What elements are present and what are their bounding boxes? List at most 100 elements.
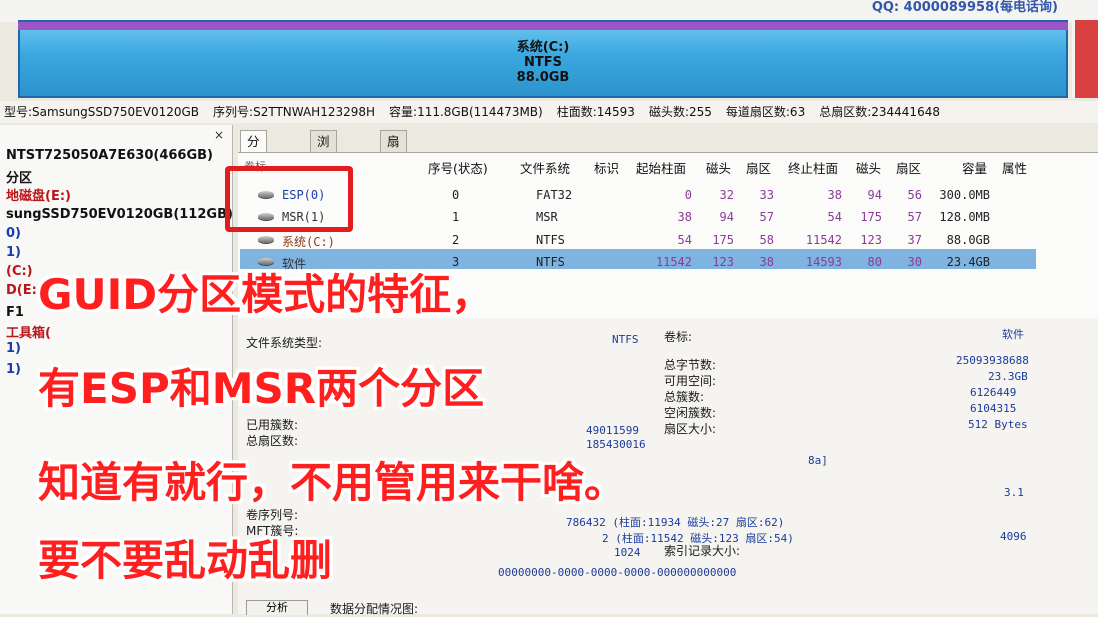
free-clusters-value: 6104315 [970, 402, 1017, 415]
row-start-cylinder: 0 [684, 188, 692, 202]
row-end-sector: 57 [907, 210, 922, 224]
analyze-button[interactable]: 分析 [246, 600, 308, 615]
row-fs: MSR [536, 210, 558, 224]
row-fs: NTFS [536, 255, 565, 269]
disk-capacity: 容量:111.8GB(114473MB) [389, 105, 543, 119]
row-start-head: 123 [712, 255, 734, 269]
total-bytes-label: 总字节数: [664, 358, 717, 372]
volume-guid-value: 00000000-0000-0000-0000-000000000000 [498, 566, 737, 579]
sector-size-value: 512 Bytes [968, 418, 1028, 431]
row-index: 0 [452, 188, 460, 202]
highlight-box [225, 166, 353, 232]
fs-type-label: 文件系统类型: [246, 336, 323, 350]
disk-icon [258, 236, 274, 243]
col-header-start-cyl: 起始柱面 [636, 161, 687, 176]
partition-bar-fs: NTFS [524, 55, 562, 70]
row-start-sector: 57 [759, 210, 774, 224]
tree-item[interactable]: NTST725050A7E630(466GB) [6, 148, 213, 163]
row-end-sector: 37 [907, 233, 922, 247]
qq-contact-text: QQ: 4000089958(每电话询) [871, 0, 1058, 15]
row-fs: NTFS [536, 233, 565, 247]
overlay-caption-line4: 要不要乱动乱删 [38, 536, 333, 585]
col-header-fs: 文件系统 [520, 161, 571, 176]
free-clusters-label: 空闲簇数: [664, 406, 717, 420]
total-clusters-label: 总簇数: [664, 390, 705, 404]
overlay-caption-line1: GUID分区模式的特征， [38, 270, 494, 319]
analyze-button-label: 分析 [266, 601, 288, 614]
tree-item[interactable]: sungSSD750EV0120GB(112GB) [6, 207, 233, 222]
row-end-sector: 30 [907, 255, 922, 269]
row-end-sector: 56 [907, 188, 922, 202]
row-index: 2 [452, 233, 460, 247]
row-start-head: 94 [719, 210, 734, 224]
row-fs: FAT32 [536, 188, 573, 202]
tree-item[interactable]: F1 [6, 305, 24, 320]
col-header-attr: 属性 [1002, 161, 1028, 176]
total-clusters-value: 6126449 [970, 386, 1017, 399]
row-end-head: 80 [867, 255, 882, 269]
row-capacity: 128.0MB [939, 210, 990, 224]
row-end-cylinder: 54 [827, 210, 842, 224]
tree-item[interactable]: 0) [6, 226, 21, 241]
overlay-caption-line2: 有ESP和MSR两个分区 [38, 364, 485, 413]
row-index: 3 [452, 255, 460, 269]
used-clusters-label: 已用簇数: [246, 418, 299, 432]
disk-total-sectors: 总扇区数:234441648 [819, 105, 940, 119]
tree-item[interactable]: 工具箱( [6, 322, 51, 341]
used-clusters-value: 49011599 [586, 424, 639, 437]
mft-cluster-value: 786432 (柱面:11934 磁头:27 扇区:62) [566, 516, 785, 529]
close-icon[interactable]: × [214, 128, 224, 142]
col-header-index: 序号(状态) [428, 161, 488, 176]
row-capacity: 300.0MB [939, 188, 990, 202]
row-start-cylinder: 54 [677, 233, 692, 247]
row-index: 1 [452, 210, 460, 224]
tree-item[interactable]: 1) [6, 245, 21, 260]
partition-bar-size: 88.0GB [516, 70, 570, 85]
row-end-cylinder: 11542 [805, 233, 842, 247]
partition-bar-next[interactable] [1072, 20, 1098, 98]
row-end-head: 123 [860, 233, 882, 247]
tab-partition-params[interactable]: 分区参数 [240, 130, 267, 215]
tree-item[interactable]: (C:) [6, 264, 33, 279]
tab-sector-edit[interactable]: 扇区编辑 [380, 130, 407, 215]
tree-item[interactable]: 1) [6, 362, 21, 377]
row-end-cylinder: 14593 [805, 255, 842, 269]
volume-label-label: 卷标: [664, 330, 693, 344]
tree-item[interactable]: 分区 [6, 167, 32, 186]
data-allocation-label: 数据分配情况图: [330, 602, 419, 616]
col-header-start-sec: 扇区 [746, 161, 772, 176]
row-capacity: 88.0GB [946, 233, 990, 247]
row-start-sector: 58 [759, 233, 774, 247]
total-sectors-label: 总扇区数: [246, 434, 299, 448]
tree-item[interactable]: 1) [6, 341, 21, 356]
row-start-head: 32 [719, 188, 734, 202]
version-value: 3.1 [1004, 486, 1024, 499]
row-start-sector: 33 [759, 188, 774, 202]
row-start-sector: 38 [759, 255, 774, 269]
sector-size-label: 扇区大小: [664, 422, 717, 436]
tree-item[interactable]: 地磁盘(E:) [6, 185, 71, 204]
index-record-size-label: 索引记录大小: [664, 544, 741, 558]
row-capacity: 23.4GB [946, 255, 990, 269]
table-row[interactable]: ESP(0) 0 FAT32 0 32 33 38 94 56 300.0MB [240, 185, 1038, 206]
row-start-cylinder: 11542 [655, 255, 692, 269]
row-start-cylinder: 38 [677, 210, 692, 224]
partition-bar-label: 系统(C:) NTFS 88.0GB [18, 40, 1068, 85]
col-header-end-head: 磁头 [856, 161, 882, 176]
col-header-end-sec: 扇区 [896, 161, 922, 176]
record-size-value: 1024 [614, 546, 641, 559]
table-row[interactable]: 系统(C:) 2 NTFS 54 175 58 11542 123 37 88.0GB [240, 230, 1038, 251]
volume-label-value: 软件 [1002, 328, 1024, 341]
tab-browse-files[interactable]: 浏览文件 [310, 130, 337, 215]
free-space-label: 可用空间: [664, 374, 717, 388]
row-name: 系统(C:) [282, 235, 335, 249]
total-bytes-value: 25093938688 [956, 354, 1029, 367]
table-row[interactable]: MSR(1) 1 MSR 38 94 57 54 175 57 128.0MB [240, 207, 1038, 228]
col-header-end-cyl: 终止柱面 [788, 161, 839, 176]
disk-heads: 磁头数:255 [648, 105, 712, 119]
disk-sectors-per-track: 每道扇区数:63 [725, 105, 806, 119]
row-end-cylinder: 38 [827, 188, 842, 202]
disk-cylinders: 柱面数:14593 [556, 105, 635, 119]
disk-info-line: 型号:SamsungSSD750EV0120GB 序列号:S2TTNWAH1232… [0, 101, 1098, 123]
free-space-value: 23.3GB [988, 370, 1028, 383]
